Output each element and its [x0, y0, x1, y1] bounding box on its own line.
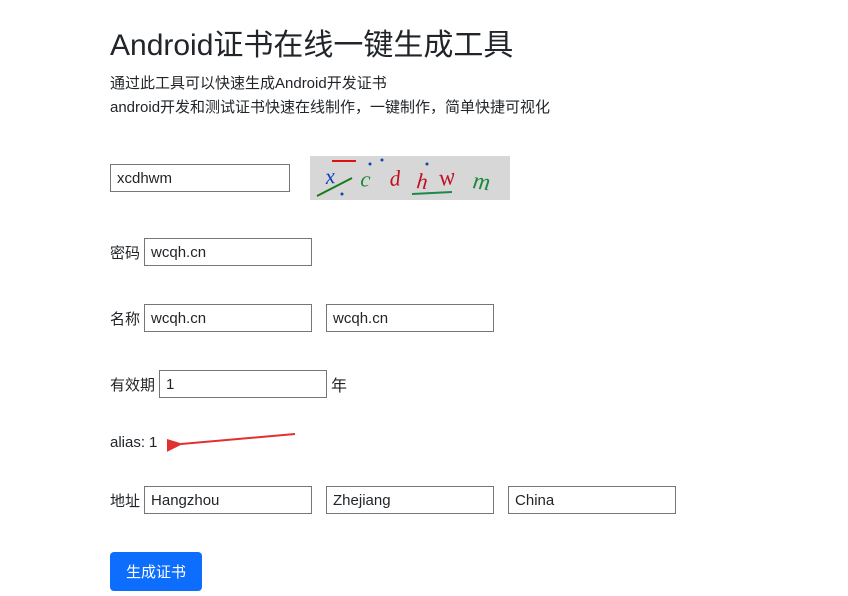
password-row: 密码 — [110, 238, 848, 266]
captcha-input[interactable] — [110, 164, 290, 192]
name-row: 名称 — [110, 304, 848, 332]
alias-value: 1 — [149, 434, 157, 451]
name-input-1[interactable] — [144, 304, 312, 332]
svg-text:w: w — [437, 164, 456, 192]
svg-text:x: x — [323, 163, 337, 189]
password-label: 密码 — [110, 242, 140, 263]
subtitle-line-2: android开发和测试证书快速在线制作，一键制作，简单快捷可视化 — [110, 96, 848, 120]
address-country-input[interactable] — [508, 486, 676, 514]
address-label: 地址 — [110, 490, 140, 511]
address-row: 地址 — [110, 486, 848, 514]
captcha-row: x c d h w m — [110, 156, 848, 200]
validity-unit: 年 — [331, 372, 347, 396]
password-input[interactable] — [144, 238, 312, 266]
alias-label: alias: — [110, 434, 145, 451]
name-label: 名称 — [110, 308, 140, 329]
submit-button[interactable]: 生成证书 — [110, 552, 202, 591]
alias-row: alias: 1 — [110, 430, 848, 454]
page-title: Android证书在线一键生成工具 — [110, 20, 848, 64]
svg-text:m: m — [471, 168, 492, 196]
address-city-input[interactable] — [144, 486, 312, 514]
svg-text:h: h — [415, 168, 429, 194]
address-province-input[interactable] — [326, 486, 494, 514]
svg-text:c: c — [360, 166, 372, 192]
validity-row: 有效期 年 — [110, 370, 848, 398]
validity-label: 有效期 — [110, 374, 155, 395]
svg-text:d: d — [389, 165, 403, 191]
name-input-2[interactable] — [326, 304, 494, 332]
arrow-icon — [167, 430, 297, 454]
page-subtitle: 通过此工具可以快速生成Android开发证书 android开发和测试证书快速在… — [110, 72, 848, 120]
validity-input[interactable] — [159, 370, 327, 398]
captcha-image[interactable]: x c d h w m — [310, 156, 510, 200]
subtitle-line-1: 通过此工具可以快速生成Android开发证书 — [110, 72, 848, 96]
